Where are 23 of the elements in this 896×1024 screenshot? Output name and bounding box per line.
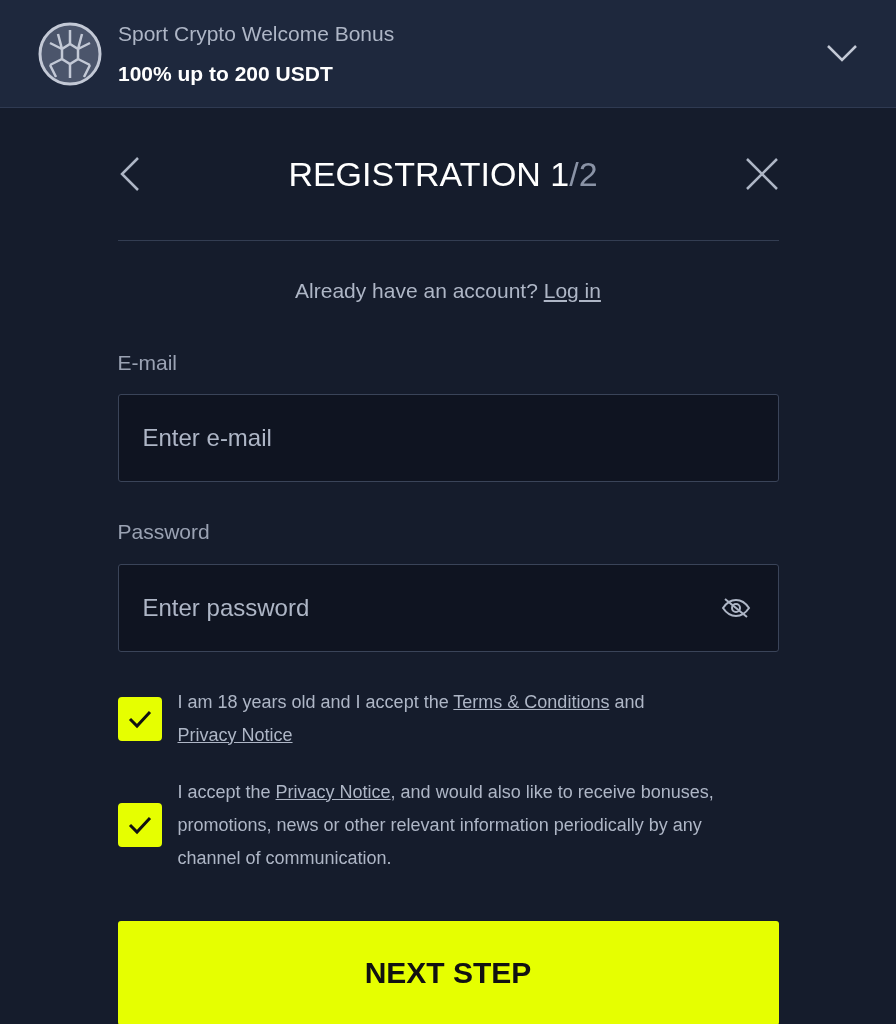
consent-text: I accept the Privacy Notice, and would also like to receive bonuses, promotions, news or other relevant information periodically by any channel of communication. [177,780,715,870]
checkbox[interactable] [117,803,162,847]
form-title: REGISTRATION 1 [288,153,570,195]
login-prompt: Already have an account? Log in [294,278,602,304]
close-button[interactable] [744,157,779,191]
field-label: Password [117,519,211,545]
next-step-button[interactable]: NEXT STEP [117,920,779,1024]
soccer-ball-icon [38,21,102,86]
field-label: E-mail [117,349,178,376]
consent-link[interactable]: Privacy Notice [177,724,293,745]
checkbox[interactable] [117,696,162,741]
consent-link[interactable]: Privacy Notice [275,781,391,802]
bonus-offer: 100% up to 200 USDT [118,60,334,87]
consent-text: I am 18 years old and I accept the Terms & Conditions and Privacy Notice [177,690,646,747]
consent-link[interactable]: Terms & Conditions [453,691,610,712]
step-total: /2 [569,153,598,195]
input-field[interactable]: Enter password [117,563,779,652]
banner-title: Sport Crypto Welcome Bonus [118,21,396,47]
login-link[interactable]: Log in [543,279,601,302]
checkmark-icon [127,815,152,835]
hidden-eye-icon[interactable] [720,596,751,619]
input-field[interactable]: Enter e-mail [117,394,779,482]
checkmark-icon [127,708,152,729]
